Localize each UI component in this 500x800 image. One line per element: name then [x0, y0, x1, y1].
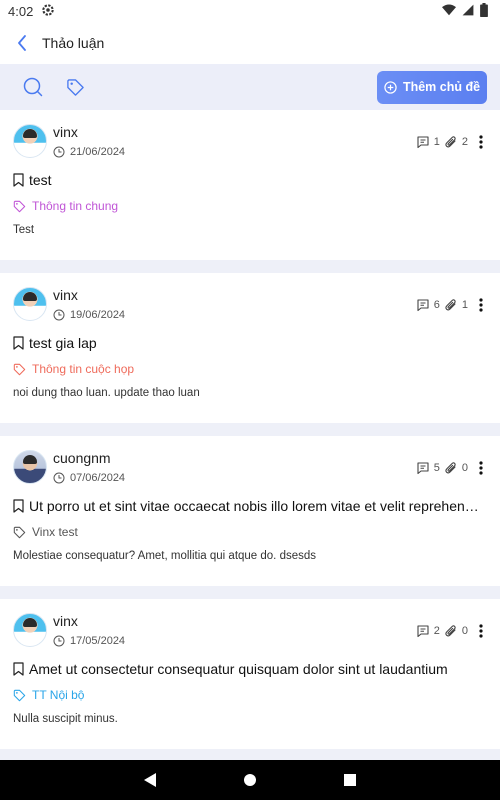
topic-title: test	[29, 172, 52, 188]
topic-date: 19/06/2024	[70, 309, 126, 321]
comment-icon	[416, 624, 430, 638]
paperclip-icon	[444, 135, 458, 149]
topic-date: 21/06/2024	[70, 146, 126, 158]
topic-description: Test	[13, 224, 35, 236]
chevron-left-icon	[18, 35, 26, 51]
avatar	[13, 287, 47, 321]
back-button[interactable]	[12, 31, 32, 55]
nav-home-button[interactable]	[238, 768, 262, 792]
author-name: cuongnm	[53, 450, 111, 466]
paperclip-icon	[444, 298, 458, 312]
topic-card[interactable]: vinx 17/05/2024 2 0 Amet ut consectetur …	[0, 599, 500, 749]
plus-circle-icon	[384, 80, 397, 94]
more-options-button[interactable]	[476, 623, 486, 639]
topic-tag: Vinx test	[32, 525, 78, 539]
more-vertical-icon	[479, 624, 483, 638]
app-bar: Thảo luận	[0, 22, 500, 64]
comment-icon	[416, 461, 430, 475]
topic-list: vinx 21/06/2024 1 2 test Thông tin chung…	[0, 110, 500, 760]
add-topic-label: Thêm chủ đề	[402, 80, 481, 94]
topic-date: 07/06/2024	[70, 472, 126, 484]
more-vertical-icon	[479, 461, 483, 475]
wifi-icon	[442, 3, 456, 19]
search-button[interactable]	[22, 76, 44, 98]
avatar	[13, 613, 47, 647]
topic-description: Nulla suscipit minus.	[13, 713, 118, 725]
attachment-count: 0	[461, 625, 468, 637]
status-time: 4:02	[8, 3, 34, 19]
tag-icon	[13, 526, 26, 538]
attachment-count: 1	[461, 299, 468, 311]
square-recents-icon	[344, 774, 356, 786]
add-topic-button[interactable]: Thêm chủ đề	[377, 70, 487, 104]
comment-count: 5	[433, 462, 440, 474]
tag-icon	[66, 78, 84, 96]
triangle-back-icon	[144, 773, 156, 787]
comment-count: 2	[433, 625, 440, 637]
paperclip-icon	[444, 461, 458, 475]
search-icon	[23, 77, 43, 97]
comment-icon	[416, 298, 430, 312]
more-vertical-icon	[479, 298, 483, 312]
bookmark-icon	[13, 662, 24, 676]
topic-tag: TT Nội bộ	[32, 688, 85, 702]
system-navigation-bar	[0, 760, 500, 800]
topic-tag: Thông tin chung	[32, 199, 119, 213]
topic-title: Ut porro ut et sint vitae occaecat nobis…	[29, 498, 484, 514]
comment-count: 6	[433, 299, 440, 311]
settings-gear-icon	[41, 3, 55, 20]
topic-description: noi dung thao luan. update thao luan	[13, 387, 200, 399]
avatar	[13, 124, 47, 158]
tag-filter-button[interactable]	[64, 76, 86, 98]
bookmark-icon	[13, 499, 24, 513]
author-name: vinx	[53, 124, 78, 140]
topic-title: Amet ut consectetur consequatur quisquam…	[29, 661, 448, 677]
attachment-count: 0	[461, 462, 468, 474]
more-options-button[interactable]	[476, 297, 486, 313]
topic-card[interactable]: vinx 19/06/2024 6 1 test gia lap Thông t…	[0, 273, 500, 423]
nav-back-button[interactable]	[138, 768, 162, 792]
toolbar: Thêm chủ đề	[0, 64, 500, 110]
bookmark-icon	[13, 173, 24, 187]
clock-icon	[53, 635, 65, 647]
battery-icon	[480, 2, 488, 20]
paperclip-icon	[444, 624, 458, 638]
bookmark-icon	[13, 336, 24, 350]
status-bar: 4:02	[0, 0, 500, 22]
clock-icon	[53, 309, 65, 321]
topic-card[interactable]: cuongnm 07/06/2024 5 0 Ut porro ut et si…	[0, 436, 500, 586]
clock-icon	[53, 472, 65, 484]
author-name: vinx	[53, 287, 78, 303]
tag-icon	[13, 363, 26, 375]
more-vertical-icon	[479, 135, 483, 149]
attachment-count: 2	[461, 136, 468, 148]
topic-card[interactable]: vinx 21/06/2024 1 2 test Thông tin chung…	[0, 110, 500, 260]
tag-icon	[13, 689, 26, 701]
more-options-button[interactable]	[476, 460, 486, 476]
topic-title: test gia lap	[29, 335, 97, 351]
page-title: Thảo luận	[42, 35, 105, 51]
more-options-button[interactable]	[476, 134, 486, 150]
nav-recents-button[interactable]	[338, 768, 362, 792]
tag-icon	[13, 200, 26, 212]
comment-icon	[416, 135, 430, 149]
topic-tag: Thông tin cuộc họp	[32, 362, 135, 376]
circle-home-icon	[244, 774, 256, 786]
avatar	[13, 450, 47, 484]
signal-icon	[462, 4, 474, 19]
topic-description: Molestiae consequatur? Amet, mollitia qu…	[13, 550, 317, 562]
clock-icon	[53, 146, 65, 158]
author-name: vinx	[53, 613, 78, 629]
comment-count: 1	[433, 136, 440, 148]
topic-date: 17/05/2024	[70, 635, 126, 647]
